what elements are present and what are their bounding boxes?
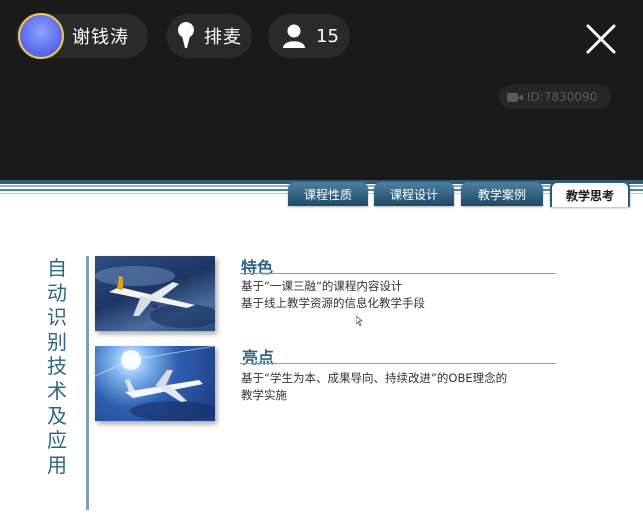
tab-teaching-cases[interactable]: 教学案例 — [461, 182, 543, 206]
user-icon — [283, 24, 305, 48]
title-char: 技 — [47, 354, 67, 379]
title-char: 识 — [47, 305, 67, 330]
title-char: 动 — [47, 280, 67, 305]
tab-label: 教学思考 — [565, 188, 614, 203]
title-char: 自 — [47, 256, 67, 280]
host-info[interactable]: 谢钱涛 — [16, 13, 148, 59]
feature-line-2: 基于线上教学资源的信息化教学手段 — [241, 296, 425, 310]
tab-label: 课程性质 — [303, 187, 352, 202]
mic-queue-button[interactable]: 排麦 — [166, 14, 252, 58]
live-top-bar: 谢钱涛 排麦 15 ID:7830090 — [0, 0, 643, 180]
mouse-cursor-icon — [356, 316, 363, 326]
tab-label: 教学案例 — [477, 187, 526, 202]
close-icon[interactable] — [584, 22, 618, 56]
tab-label: 课程设计 — [389, 187, 438, 202]
title-char: 术 — [47, 378, 67, 403]
presentation-slide: 课程性质 课程设计 教学案例 教学思考 自 动 识 别 技 术 及 应 用 特色… — [0, 180, 643, 518]
highlight-underline — [240, 363, 556, 364]
feature-heading: 特色 — [241, 258, 274, 277]
title-char: 别 — [47, 329, 67, 354]
feature-underline — [240, 273, 556, 274]
room-id-badge: ID:7830090 — [499, 85, 611, 109]
highlight-line-2: 教学实施 — [241, 388, 287, 402]
room-id-text: ID:7830090 — [527, 90, 598, 104]
highlight-line-1: 基于“学生为本、成果导向、持续改进”的OBE理念的 — [241, 371, 508, 385]
tab-course-design[interactable]: 课程设计 — [374, 182, 454, 206]
airplane-image-1 — [95, 256, 215, 331]
tab-teaching-reflection[interactable]: 教学思考 — [550, 181, 630, 207]
video-camera-icon — [507, 92, 523, 102]
viewer-count-value: 15 — [316, 25, 339, 47]
host-name: 谢钱涛 — [72, 27, 129, 48]
title-char: 应 — [47, 428, 67, 453]
viewer-count[interactable]: 15 — [268, 14, 350, 58]
avatar[interactable] — [18, 13, 64, 59]
title-char: 用 — [47, 452, 67, 477]
title-char: 及 — [47, 403, 67, 428]
feature-line-1: 基于“一课三融“的课程内容设计 — [241, 279, 403, 293]
vertical-course-title: 自 动 识 别 技 术 及 应 用 — [44, 256, 70, 477]
vertical-divider — [86, 256, 89, 510]
airplane-image-2 — [95, 346, 215, 421]
highlight-heading: 亮点 — [242, 348, 275, 367]
tab-course-nature[interactable]: 课程性质 — [288, 182, 368, 206]
microphone-icon — [178, 22, 194, 48]
mic-queue-label: 排麦 — [204, 27, 242, 48]
